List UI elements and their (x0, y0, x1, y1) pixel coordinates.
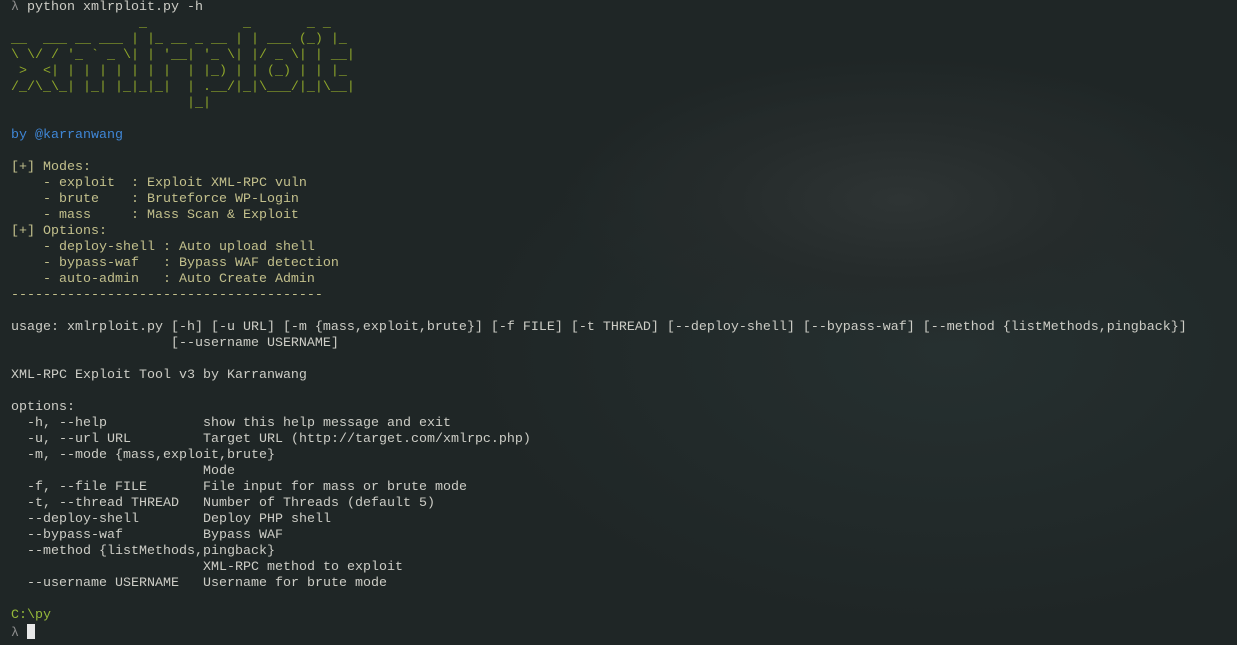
text-cursor[interactable] (27, 624, 35, 639)
banner-line: > <| | | | | | | | | |_) | | (_) | | |_ (11, 64, 355, 79)
separator: --------------------------------------- (11, 288, 323, 303)
help-flag: -u, --url URL (11, 432, 131, 447)
banner-ascii-art: _ _ _ _ __ ___ __ ___ | |_ __ _ __ | | _… (11, 16, 1237, 112)
command-line: λ python xmlrploit.py -h (11, 0, 1237, 16)
author-credit: by @karranwang (11, 128, 123, 143)
banner-line: _ _ _ _ (11, 16, 355, 31)
option-item: - deploy-shell : Auto upload shell (11, 240, 315, 255)
options-heading: [+] Options: (11, 224, 107, 239)
option-item: - bypass-waf : Bypass WAF detection (11, 256, 339, 271)
banner-line: __ ___ __ ___ | |_ __ _ __ | | ___ (_) |… (11, 32, 355, 47)
help-description: Deploy PHP shell (203, 512, 331, 527)
help-description: Target URL (http://target.com/xmlrpc.php… (203, 432, 531, 447)
help-flag: --username USERNAME (11, 576, 179, 591)
help-row: Mode (11, 464, 1237, 480)
help-flag: -t, --thread THREAD (11, 496, 179, 511)
prompt-symbol: λ (11, 0, 19, 15)
input-prompt-symbol: λ (11, 626, 19, 641)
description: XML-RPC Exploit Tool v3 by Karranwang (11, 368, 307, 383)
help-flag: -h, --help (11, 416, 107, 431)
help-row: -m, --mode {mass,exploit,brute} (11, 448, 1237, 464)
help-flag: -f, --file FILE (11, 480, 147, 495)
help-description: XML-RPC method to exploit (203, 560, 403, 575)
command-text: python xmlrploit.py -h (27, 0, 203, 15)
help-flag: -m, --mode {mass,exploit,brute} (11, 448, 275, 463)
help-description: Username for brute mode (203, 576, 387, 591)
mode-item: - exploit : Exploit XML-RPC vuln (11, 176, 307, 191)
mode-item: - mass : Mass Scan & Exploit (11, 208, 299, 223)
help-row: --bypass-waf Bypass WAF (11, 528, 1237, 544)
help-row: -h, --help show this help message and exi… (11, 416, 1237, 432)
banner-line: \ \/ / '_ ` _ \| | '__| '_ \| |/ _ \| | … (11, 48, 355, 63)
terminal-output: λ python xmlrploit.py -h _ _ _ _ __ ___ … (11, 0, 1237, 641)
help-rows: -h, --help show this help message and exi… (11, 416, 1237, 592)
help-heading: options: (11, 400, 75, 415)
banner-line: |_| (11, 96, 355, 111)
help-row: -u, --url URL Target URL (http://target.c… (11, 432, 1237, 448)
option-item: - auto-admin : Auto Create Admin (11, 272, 315, 287)
help-row: --username USERNAME Username for brute mo… (11, 576, 1237, 592)
help-row: --deploy-shell Deploy PHP shell (11, 512, 1237, 528)
help-row: -f, --file FILE File input for mass or br… (11, 480, 1237, 496)
help-description: File input for mass or brute mode (203, 480, 467, 495)
help-row: --method {listMethods,pingback} (11, 544, 1237, 560)
modes-heading: [+] Modes: (11, 160, 91, 175)
current-directory: C:\py (11, 608, 51, 623)
help-flag: --deploy-shell (11, 512, 139, 527)
help-flag: --bypass-waf (11, 528, 123, 543)
help-description: show this help message and exit (203, 416, 451, 431)
help-description: Number of Threads (default 5) (203, 496, 435, 511)
usage-line: usage: xmlrploit.py [-h] [-u URL] [-m {m… (11, 320, 1187, 335)
banner-line: /_/\_\_| |_| |_|_|_| | .__/|_|\___/|_|\_… (11, 80, 355, 95)
help-flag: --method {listMethods,pingback} (11, 544, 275, 559)
mode-item: - brute : Bruteforce WP-Login (11, 192, 299, 207)
help-description: Bypass WAF (203, 528, 283, 543)
help-row: XML-RPC method to exploit (11, 560, 1237, 576)
usage-line: [--username USERNAME] (11, 336, 339, 351)
input-line[interactable]: λ (11, 624, 1237, 641)
help-row: -t, --thread THREAD Number of Threads (de… (11, 496, 1237, 512)
help-description: Mode (203, 464, 235, 479)
